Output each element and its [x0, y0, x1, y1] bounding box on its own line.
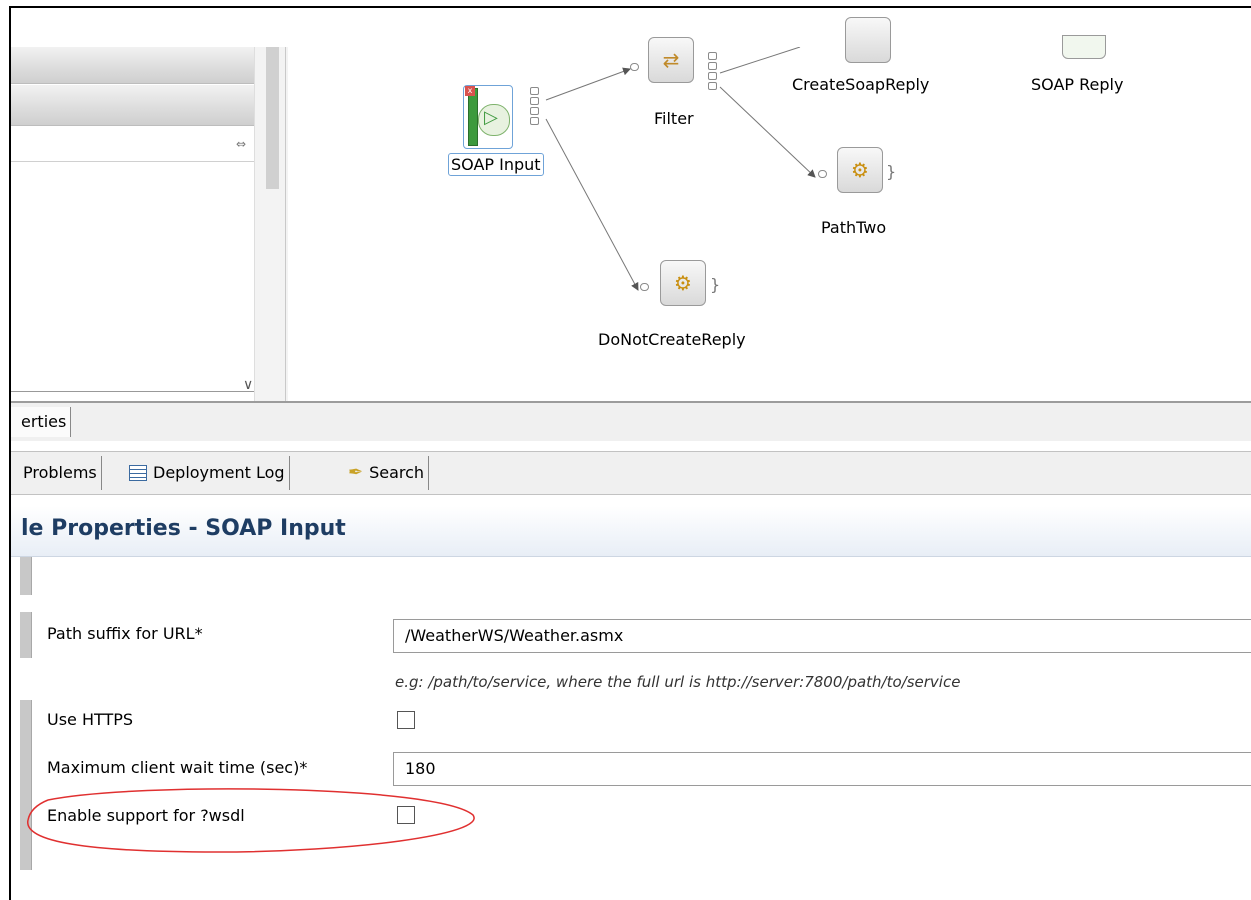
- soap-reply-node[interactable]: [1062, 35, 1106, 59]
- output-terminal-bracket[interactable]: }: [886, 162, 896, 181]
- create-soap-reply-node[interactable]: [845, 17, 891, 63]
- output-terminal[interactable]: [530, 97, 539, 105]
- connection-filter-createsoapreply: [719, 47, 801, 74]
- path-suffix-hint: e.g: /path/to/service, where the full ur…: [395, 673, 961, 691]
- create-soap-reply-label: CreateSoapReply: [792, 75, 930, 94]
- output-terminal[interactable]: [708, 82, 717, 90]
- table-icon: [129, 465, 147, 481]
- filter-node[interactable]: ⇄: [648, 37, 694, 83]
- flashlight-icon: ✒: [348, 462, 364, 483]
- gears-icon: ⚙: [674, 271, 692, 295]
- use-https-checkbox[interactable]: [397, 711, 415, 729]
- gears-icon: ⚙: [851, 158, 869, 182]
- path-suffix-label: Path suffix for URL*: [47, 624, 203, 643]
- connection-filter-pathtwo: [719, 86, 816, 178]
- tab-search[interactable]: ✒ Search: [344, 456, 430, 490]
- annotation-ellipse: [27, 788, 475, 853]
- do-not-create-reply-label: DoNotCreateReply: [598, 330, 746, 349]
- palette-scrollbar[interactable]: [254, 47, 288, 401]
- palette-drawer-3[interactable]: ⇔: [11, 127, 254, 162]
- filter-label: Filter: [654, 109, 694, 128]
- input-terminal[interactable]: [818, 170, 827, 178]
- page-title: le Properties - SOAP Input: [21, 516, 346, 541]
- output-terminal[interactable]: [530, 107, 539, 115]
- connections: [545, 47, 816, 291]
- input-terminal[interactable]: [640, 283, 649, 291]
- do-not-create-reply-node[interactable]: ⚙: [660, 260, 706, 306]
- tab-search-label: Search: [369, 463, 425, 482]
- input-terminal[interactable]: [630, 63, 639, 71]
- connection-soapinput-donotcreatereply: [545, 118, 639, 291]
- palette-pane: ⇔ ∨: [11, 47, 288, 401]
- max-wait-input[interactable]: 180: [393, 752, 1251, 786]
- palette-divider: [11, 391, 254, 392]
- error-icon: x: [465, 86, 475, 96]
- path-two-node[interactable]: ⚙: [837, 147, 883, 193]
- palette-drawer-2[interactable]: [11, 85, 254, 126]
- properties-view-tabbar: erties: [11, 401, 1251, 441]
- soap-input-node[interactable]: x ▷: [463, 85, 513, 149]
- pane-divider: [285, 47, 286, 401]
- double-arrow-icon[interactable]: ⇔: [236, 137, 246, 151]
- tab-deployment-log-label: Deployment Log: [153, 463, 285, 482]
- output-terminal[interactable]: [530, 117, 539, 125]
- category-strip[interactable]: [20, 612, 32, 658]
- chevron-down-icon[interactable]: ∨: [243, 377, 253, 393]
- max-wait-label: Maximum client wait time (sec)*: [47, 758, 308, 777]
- path-suffix-input[interactable]: /WeatherWS/Weather.asmx: [393, 619, 1251, 653]
- path-two-label: PathTwo: [821, 218, 887, 237]
- output-terminal[interactable]: [530, 87, 539, 95]
- properties-header: le Properties - SOAP Input: [11, 506, 1251, 557]
- use-https-label: Use HTTPS: [47, 710, 134, 729]
- soap-input-icon: ▷: [478, 104, 510, 136]
- soap-reply-label: SOAP Reply: [1031, 75, 1124, 94]
- output-terminal[interactable]: [708, 72, 717, 80]
- output-terminal[interactable]: [708, 52, 717, 60]
- filter-icon: ⇄: [662, 48, 680, 72]
- tab-properties[interactable]: erties: [11, 407, 72, 437]
- category-strip[interactable]: [20, 557, 32, 595]
- output-terminal-bracket[interactable]: }: [710, 275, 720, 294]
- output-terminal[interactable]: [708, 62, 717, 70]
- connection-soapinput-filter: [545, 67, 631, 101]
- scrollbar-thumb[interactable]: [266, 47, 279, 189]
- node-bar: [468, 88, 478, 146]
- palette-drawer-1[interactable]: [11, 47, 254, 84]
- soap-input-label[interactable]: SOAP Input: [448, 153, 544, 176]
- tab-problems[interactable]: Problems: [11, 456, 102, 490]
- annotation-ellipse-path: [27, 788, 475, 853]
- tab-deployment-log[interactable]: Deployment Log: [125, 456, 290, 490]
- tab-problems-label: Problems: [23, 463, 97, 482]
- flow-canvas[interactable]: x ▷ SOAP Input ⇄ Filter CreateSoapReply …: [290, 17, 1251, 401]
- bottom-tabbar: Problems Deployment Log ✒ Search: [11, 451, 1251, 495]
